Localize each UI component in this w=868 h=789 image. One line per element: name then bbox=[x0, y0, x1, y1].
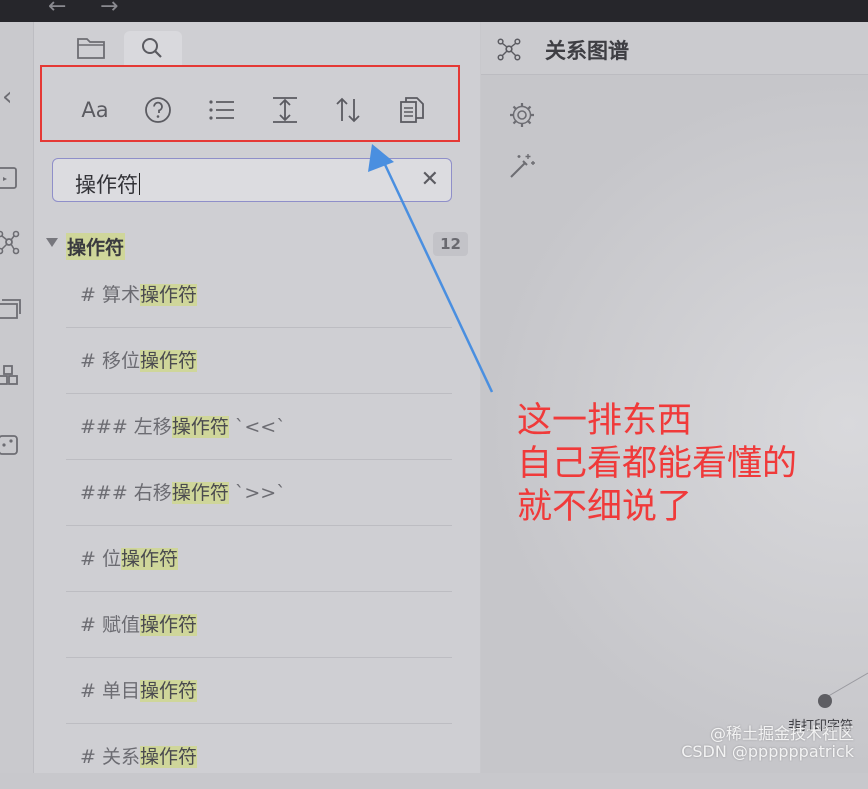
graph-node[interactable] bbox=[818, 694, 832, 708]
watermark: @稀土掘金技术社区 CSDN @ppppppatrick bbox=[681, 725, 854, 761]
tab-search[interactable] bbox=[124, 31, 182, 65]
sort-icon[interactable] bbox=[329, 93, 367, 127]
search-input-value[interactable]: 操作符 bbox=[75, 169, 140, 199]
tab-files[interactable] bbox=[62, 31, 120, 65]
match-case-icon[interactable]: Aa bbox=[76, 93, 114, 127]
open-note-icon[interactable] bbox=[0, 162, 24, 192]
dice-icon[interactable] bbox=[0, 430, 24, 460]
result-group-title: 操作符 bbox=[66, 233, 126, 260]
annotation-arrow bbox=[368, 144, 494, 393]
pane-title: 关系图谱 bbox=[545, 39, 629, 63]
magic-wand-icon[interactable] bbox=[507, 151, 537, 181]
pane-header: 关系图谱 bbox=[481, 22, 868, 75]
sidebar-tabstrip bbox=[34, 22, 480, 66]
collapse-chevron-icon[interactable]: ‹ bbox=[2, 82, 12, 112]
forward-arrow-icon[interactable]: → bbox=[100, 0, 118, 19]
list-icon[interactable] bbox=[203, 93, 241, 127]
search-result-item[interactable]: ### 右移操作符 `>>` bbox=[66, 460, 452, 526]
back-arrow-icon[interactable]: ← bbox=[48, 0, 66, 19]
slides-icon[interactable] bbox=[0, 294, 24, 324]
title-bar: ← → bbox=[0, 0, 868, 22]
search-result-item[interactable]: ### 左移操作符 `<<` bbox=[66, 394, 452, 460]
search-result-item[interactable]: # 关系操作符 bbox=[66, 724, 452, 789]
folder-icon bbox=[77, 38, 105, 59]
search-result-item[interactable]: # 位操作符 bbox=[66, 526, 452, 592]
annotation-line: 自己看都能看懂的 bbox=[517, 444, 798, 484]
gear-icon[interactable] bbox=[507, 100, 537, 130]
left-ribbon: ‹ bbox=[0, 22, 34, 773]
graph-view-icon bbox=[497, 38, 521, 61]
copy-icon[interactable] bbox=[393, 93, 431, 127]
watermark-line: @稀土掘金技术社区 bbox=[709, 724, 854, 743]
expand-icon[interactable] bbox=[266, 93, 304, 127]
watermark-line: CSDN @ppppppatrick bbox=[681, 742, 854, 761]
collapse-triangle-icon[interactable] bbox=[46, 238, 58, 247]
annotation-line: 就不细说了 bbox=[517, 487, 693, 527]
graph-view-icon[interactable] bbox=[0, 227, 24, 257]
graph-pane: 关系图谱 非打印字符 bbox=[481, 22, 868, 773]
annotation-line: 这一排东西 bbox=[517, 401, 693, 441]
search-result-item[interactable]: # 赋值操作符 bbox=[66, 592, 452, 658]
plugins-icon[interactable] bbox=[0, 362, 24, 392]
annotation-text: 这一排东西 自己看都能看懂的 就不细说了 bbox=[517, 400, 857, 529]
match-case-label: Aa bbox=[81, 98, 109, 122]
help-icon[interactable] bbox=[139, 93, 177, 127]
search-result-item[interactable]: # 单目操作符 bbox=[66, 658, 452, 724]
search-icon bbox=[142, 38, 162, 58]
search-options-toolbar: Aa bbox=[40, 65, 460, 142]
